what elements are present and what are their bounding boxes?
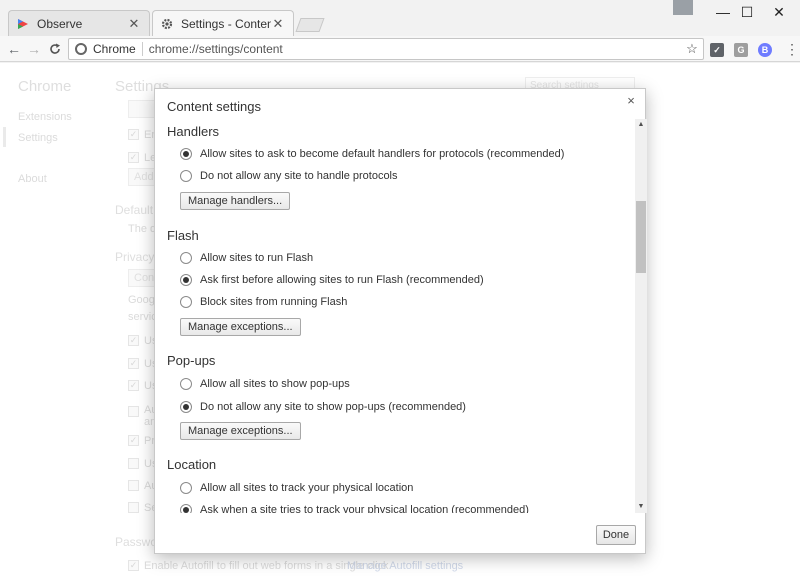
radio-popups-deny[interactable]: Do not allow any site to show pop-ups (r… (180, 400, 466, 414)
tab-settings[interactable]: Settings - Content settings ✕ (152, 10, 294, 36)
tab-observe-close-icon[interactable]: ✕ (127, 16, 141, 32)
radio-label: Ask first before allowing sites to run F… (200, 274, 484, 286)
radio-label: Ask when a site tries to track your phys… (200, 504, 529, 513)
radio-location-ask[interactable]: Ask when a site tries to track your phys… (180, 503, 529, 513)
content-settings-dialog: Content settings × Handlers Allow sites … (154, 88, 647, 554)
radio-location-allow[interactable]: Allow all sites to track your physical l… (180, 481, 413, 495)
radio-label: Allow sites to ask to become default han… (200, 148, 565, 160)
reload-icon[interactable] (45, 39, 65, 59)
back-arrow-icon[interactable]: ← (4, 39, 24, 59)
tab-settings-close-icon[interactable]: ✕ (271, 16, 285, 32)
radio-button[interactable] (180, 504, 192, 513)
address-bar[interactable]: Chrome chrome://settings/content ☆ (68, 38, 704, 60)
radio-label: Allow all sites to track your physical l… (200, 482, 414, 494)
radio-flash-allow[interactable]: Allow sites to run Flash (180, 251, 313, 265)
bookmark-star-icon[interactable]: ☆ (683, 41, 701, 57)
scrollbar-thumb[interactable] (636, 201, 646, 273)
tab-settings-title: Settings - Content settings (181, 16, 271, 31)
radio-button[interactable] (180, 252, 192, 264)
radio-button[interactable] (180, 401, 192, 413)
radio-label: Allow all sites to show pop-ups (200, 378, 350, 390)
pocket-extension-icon[interactable]: ✓ (710, 43, 724, 57)
profile-icon[interactable] (673, 0, 693, 15)
done-button[interactable]: Done (596, 525, 636, 545)
url-text[interactable]: chrome://settings/content (149, 42, 683, 56)
scroll-down-arrow-icon[interactable]: ▼ (635, 501, 647, 513)
radio-button[interactable] (180, 482, 192, 494)
radio-flash-block[interactable]: Block sites from running Flash (180, 295, 347, 309)
dialog-title: Content settings (167, 99, 261, 114)
section-heading-flash: Flash (167, 228, 199, 243)
tab-observe[interactable]: Observe ✕ (8, 10, 150, 36)
browser-toolbar: ← → Chrome chrome://settings/content ☆ ✓… (0, 36, 800, 62)
gear-icon (161, 18, 173, 29)
radio-button[interactable] (180, 296, 192, 308)
manage-flash-exceptions-button[interactable]: Manage exceptions... (180, 318, 301, 336)
radio-label: Do not allow any site to show pop-ups (r… (200, 401, 466, 413)
radio-button[interactable] (180, 170, 192, 182)
omnibox-chip: Chrome (93, 42, 136, 56)
omnibox-divider (141, 42, 143, 56)
radio-popups-allow[interactable]: Allow all sites to show pop-ups (180, 377, 350, 391)
close-window-button[interactable]: ✕ (756, 0, 800, 24)
dialog-scroll-area: Handlers Allow sites to ask to become de… (155, 119, 635, 513)
radio-flash-ask[interactable]: Ask first before allowing sites to run F… (180, 273, 484, 287)
manage-popup-exceptions-button[interactable]: Manage exceptions... (180, 422, 301, 440)
radio-label: Allow sites to run Flash (200, 252, 314, 264)
radio-label: Do not allow any site to handle protocol… (200, 170, 398, 182)
extension-g-icon[interactable]: G (734, 43, 748, 57)
radio-button[interactable] (180, 378, 192, 390)
forward-arrow-icon[interactable]: → (24, 39, 44, 59)
radio-label: Block sites from running Flash (200, 296, 348, 308)
dialog-scrollbar[interactable]: ▲ ▼ (635, 119, 647, 513)
manage-handlers-button[interactable]: Manage handlers... (180, 192, 291, 210)
observe-play-icon (18, 18, 28, 29)
section-heading-location: Location (167, 457, 217, 472)
radio-handlers-deny[interactable]: Do not allow any site to handle protocol… (180, 169, 398, 183)
radio-button[interactable] (180, 274, 192, 286)
section-heading-popups: Pop-ups (167, 353, 216, 368)
dialog-close-icon[interactable]: × (623, 93, 639, 108)
radio-handlers-allow[interactable]: Allow sites to ask to become default han… (180, 147, 564, 161)
chrome-icon (75, 43, 87, 55)
title-bar: Observe ✕ Settings - Content settings ✕ … (0, 0, 800, 36)
scroll-up-arrow-icon[interactable]: ▲ (635, 119, 647, 131)
section-heading-handlers: Handlers (167, 124, 220, 139)
menu-dots-icon[interactable]: ⋮ (785, 41, 799, 58)
tab-observe-title: Observe (37, 16, 83, 31)
new-tab-button[interactable] (295, 18, 325, 32)
extension-b-icon[interactable]: B (758, 43, 772, 57)
radio-button[interactable] (180, 148, 192, 160)
